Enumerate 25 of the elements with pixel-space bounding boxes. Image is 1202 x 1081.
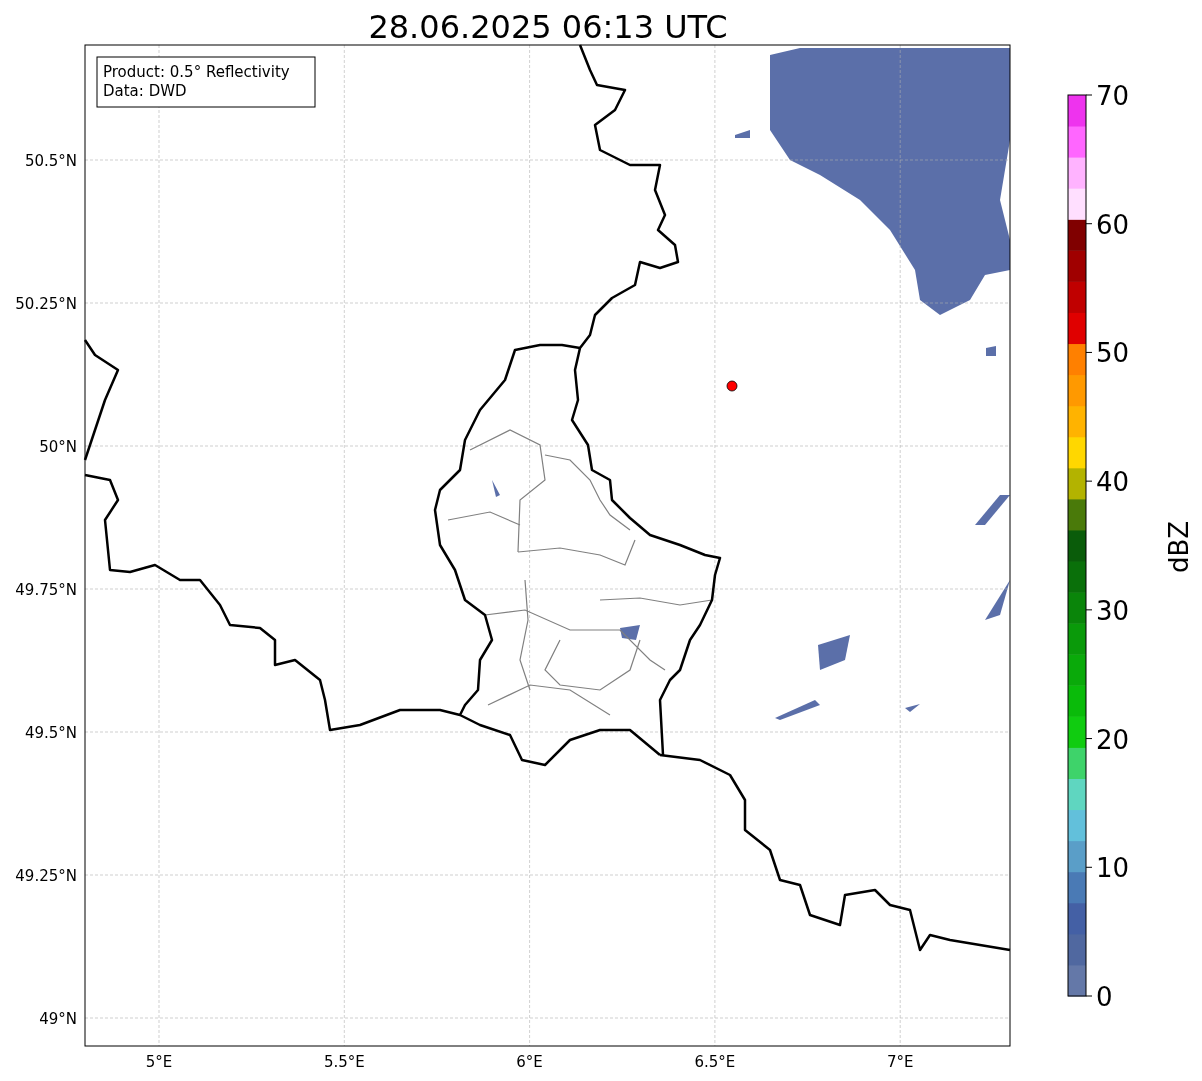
latitude-label: 49°N: [39, 1010, 77, 1028]
latitude-label: 49.25°N: [15, 867, 77, 885]
latitude-label: 50°N: [39, 438, 77, 456]
longitude-label: 5°E: [145, 1053, 173, 1071]
colorbar-tick-label: 40: [1096, 467, 1130, 498]
info-text: Data: DWD: [103, 82, 187, 100]
colorbar-tick-label: 50: [1096, 338, 1130, 369]
longitude-label: 6.5°E: [694, 1053, 736, 1071]
colorbar-label: dBZ: [1164, 520, 1194, 574]
radar-site-marker: [726, 380, 738, 392]
latitude-label: 49.5°N: [24, 724, 77, 742]
latitude-label: 50.25°N: [15, 295, 77, 313]
colorbar-tick-label: 60: [1096, 209, 1130, 240]
colorbar-tick-label: 0: [1096, 982, 1113, 1012]
colorbar-tick-label: 70: [1096, 81, 1130, 111]
latitude-label: 49.75°N: [15, 581, 77, 599]
colorbar-tick-label: 20: [1096, 724, 1130, 755]
colorbar-tick-label: 10: [1096, 853, 1130, 884]
latitude-label: 50.5°N: [24, 152, 77, 170]
chart-title: 28.06.2025 06:13 UTC: [368, 8, 728, 46]
longitude-label: 7°E: [886, 1053, 914, 1071]
colorbar-tick-label: 30: [1096, 595, 1130, 626]
longitude-label: 5.5°E: [323, 1053, 365, 1071]
longitude-label: 6°E: [516, 1053, 543, 1071]
info-text: Product: 0.5° Reflectivity: [103, 63, 290, 81]
